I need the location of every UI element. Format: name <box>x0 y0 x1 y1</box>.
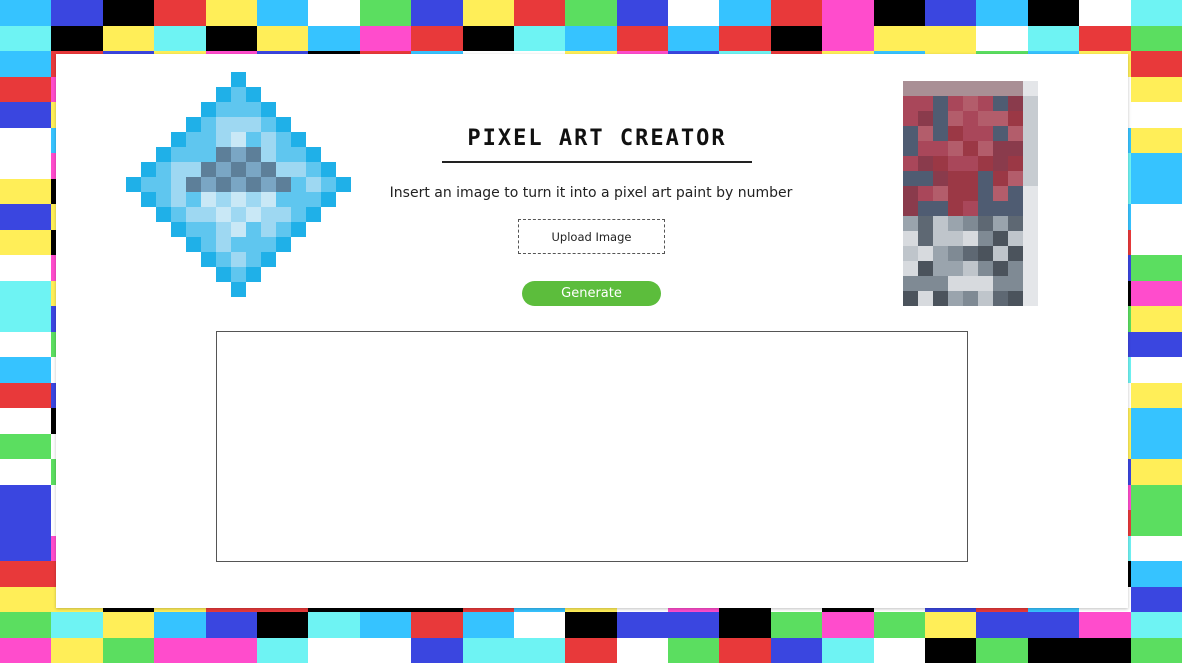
main-card: PIXEL ART CREATOR Insert an image to tur… <box>56 54 1128 608</box>
upload-image-button[interactable]: Upload Image <box>518 219 665 254</box>
page-subtitle: Insert an image to turn it into a pixel … <box>389 185 793 201</box>
generate-button[interactable]: Generate <box>522 281 661 306</box>
output-canvas <box>216 331 968 562</box>
pixel-diamond-icon <box>126 72 351 297</box>
page-title: PIXEL ART CREATOR <box>442 126 752 163</box>
pixel-portrait-icon <box>903 81 1038 306</box>
